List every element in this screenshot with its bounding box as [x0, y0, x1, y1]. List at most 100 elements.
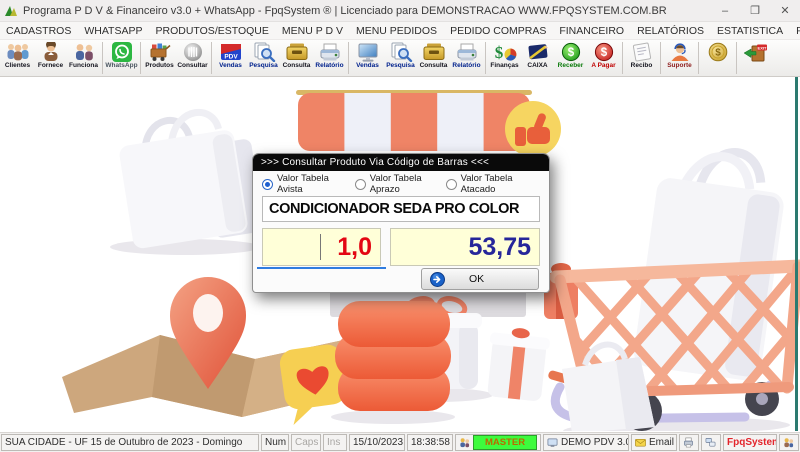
- toolbar-moeda-button[interactable]: [701, 41, 734, 62]
- barcode-icon: [180, 42, 206, 62]
- toolbar-suporte-button[interactable]: Suporte: [663, 41, 696, 70]
- status-caps: Caps: [291, 434, 321, 451]
- status-users[interactable]: [779, 434, 799, 451]
- exit-door-icon: [743, 42, 769, 62]
- pay-dollar-icon: [591, 42, 617, 62]
- toolbar-separator: [211, 42, 212, 74]
- status-brand: FpqSystem: [723, 434, 777, 451]
- toolbar-separator: [485, 42, 486, 74]
- toolbar-relatorio2-button[interactable]: Relatório: [450, 41, 483, 70]
- menu-produtos-estoque[interactable]: PRODUTOS/ESTOQUE: [156, 25, 269, 37]
- toolbar-funcionarios-button[interactable]: Funciona: [67, 41, 100, 70]
- price-value: 53,75: [390, 228, 540, 266]
- radio-valor-atacado[interactable]: Valor Tabela Atacado: [445, 173, 540, 195]
- printer-icon: [317, 42, 343, 62]
- support-icon: [667, 42, 693, 62]
- menu-estatistica[interactable]: ESTATISTICA: [717, 25, 783, 37]
- status-version: DEMO PDV 3.0: [543, 434, 629, 451]
- toolbar-clientes-button[interactable]: Clientes: [1, 41, 34, 70]
- product-name-field[interactable]: CONDICIONADOR SEDA PRO COLOR: [262, 196, 540, 222]
- toolbar-separator: [698, 42, 699, 74]
- close-button[interactable]: ✕: [770, 0, 800, 21]
- menu-financeiro[interactable]: FINANCEIRO: [559, 25, 624, 37]
- toolbar-separator: [660, 42, 661, 74]
- quantity-input[interactable]: 1,0: [262, 228, 381, 266]
- drawer-icon: [421, 42, 447, 62]
- menu-whatsapp[interactable]: WHATSAPP: [84, 25, 142, 37]
- content-area: >>> Consultar Produto Via Código de Barr…: [0, 77, 800, 431]
- toolbar-separator: [140, 42, 141, 74]
- ok-button[interactable]: OK: [421, 268, 539, 290]
- menu-pedido-compras[interactable]: PEDIDO COMPRAS: [450, 25, 546, 37]
- toolbar-receber-button[interactable]: Receber: [554, 41, 587, 70]
- app-version-icon: [547, 438, 558, 447]
- toolbar-consulta2-button[interactable]: Consulta: [417, 41, 450, 70]
- search-docs-icon: [251, 42, 277, 62]
- pdv-sales-icon: [218, 42, 244, 62]
- price-table-radio-group: Valor Tabela Avista Valor Tabela Aprazo …: [262, 173, 540, 195]
- toolbar-separator: [736, 42, 737, 74]
- status-printer[interactable]: [679, 434, 699, 451]
- users-icon: [784, 438, 794, 448]
- receive-dollar-icon: [558, 42, 584, 62]
- menu-ferramentas[interactable]: FERRAMENTAS: [796, 25, 800, 37]
- dialog-body: Valor Tabela Avista Valor Tabela Aprazo …: [253, 171, 549, 297]
- toolbar-caixa-button[interactable]: CAIXA: [521, 41, 554, 70]
- window-title: Programa P D V & Financeiro v3.0 + Whats…: [23, 4, 667, 17]
- toolbar-sair-button[interactable]: [739, 41, 772, 62]
- radio-unselected-icon: [354, 178, 366, 190]
- menu-menu-pedidos[interactable]: MENU PEDIDOS: [356, 25, 437, 37]
- logged-user-badge: MASTER: [473, 435, 537, 450]
- finance-pie-icon: [492, 42, 518, 62]
- toolbar-pesquisa-button[interactable]: Pesquisa: [247, 41, 280, 70]
- whatsapp-icon: [109, 42, 135, 62]
- monitor-sales-icon: [355, 42, 381, 62]
- menu-cadastros[interactable]: CADASTROS: [6, 25, 71, 37]
- products-cart-icon: [147, 42, 173, 62]
- user-key-icon: [460, 438, 470, 448]
- status-date: 15/10/2023: [349, 434, 405, 451]
- minimize-button[interactable]: –: [710, 0, 740, 21]
- menu-bar: CADASTROS WHATSAPP PRODUTOS/ESTOQUE MENU…: [0, 22, 800, 40]
- toolbar-pesquisa2-button[interactable]: Pesquisa: [384, 41, 417, 70]
- toolbar-vendas-button[interactable]: Vendas: [351, 41, 384, 70]
- menu-relatorios[interactable]: RELATÓRIOS: [637, 25, 704, 37]
- status-ins: Ins: [323, 434, 347, 451]
- radio-selected-icon: [262, 178, 273, 190]
- supplier-icon: [38, 42, 64, 62]
- toolbar-whatsapp-button[interactable]: WhatsApp: [105, 41, 138, 70]
- status-location: SUA CIDADE - UF 15 de Outubro de 2023 - …: [1, 434, 259, 451]
- menu-menu-pdv[interactable]: MENU P D V: [282, 25, 343, 37]
- app-icon: [5, 5, 17, 16]
- maximize-button[interactable]: ❐: [740, 0, 770, 21]
- toolbar-consultar-button[interactable]: Consultar: [176, 41, 209, 70]
- printer-icon: [454, 42, 480, 62]
- coin-icon: [705, 42, 731, 62]
- toolbar-relatorio-button[interactable]: Relatório: [313, 41, 346, 70]
- radio-unselected-icon: [445, 178, 457, 190]
- toolbar: Clientes Fornece Funciona WhatsApp Produ…: [0, 40, 800, 77]
- status-bar: SUA CIDADE - UF 15 de Outubro de 2023 - …: [0, 432, 800, 452]
- employees-icon: [71, 42, 97, 62]
- text-caret: [320, 234, 321, 260]
- receipt-icon: [629, 42, 655, 62]
- toolbar-consulta-button[interactable]: Consulta: [280, 41, 313, 70]
- status-time: 18:38:58: [407, 434, 453, 451]
- dialog-titlebar[interactable]: >>> Consultar Produto Via Código de Barr…: [253, 154, 549, 171]
- radio-valor-aprazo[interactable]: Valor Tabela Aprazo: [354, 173, 446, 195]
- status-network[interactable]: [701, 434, 721, 451]
- toolbar-fornecedores-button[interactable]: Fornece: [34, 41, 67, 70]
- toolbar-apagar-button[interactable]: A Pagar: [587, 41, 620, 70]
- status-email[interactable]: Email: [631, 434, 677, 451]
- toolbar-separator: [348, 42, 349, 74]
- status-logged-user: MASTER: [455, 434, 541, 451]
- status-num: Num: [261, 434, 289, 451]
- toolbar-produtos-button[interactable]: Produtos: [143, 41, 176, 70]
- network-computers-icon: [705, 438, 716, 447]
- toolbar-vendas-pdv-button[interactable]: Vendas: [214, 41, 247, 70]
- barcode-consult-dialog: >>> Consultar Produto Via Código de Barr…: [252, 153, 550, 293]
- radio-valor-avista[interactable]: Valor Tabela Avista: [262, 173, 355, 195]
- printer-icon: [684, 437, 693, 448]
- toolbar-financas-button[interactable]: Finanças: [488, 41, 521, 70]
- toolbar-recibo-button[interactable]: Recibo: [625, 41, 658, 70]
